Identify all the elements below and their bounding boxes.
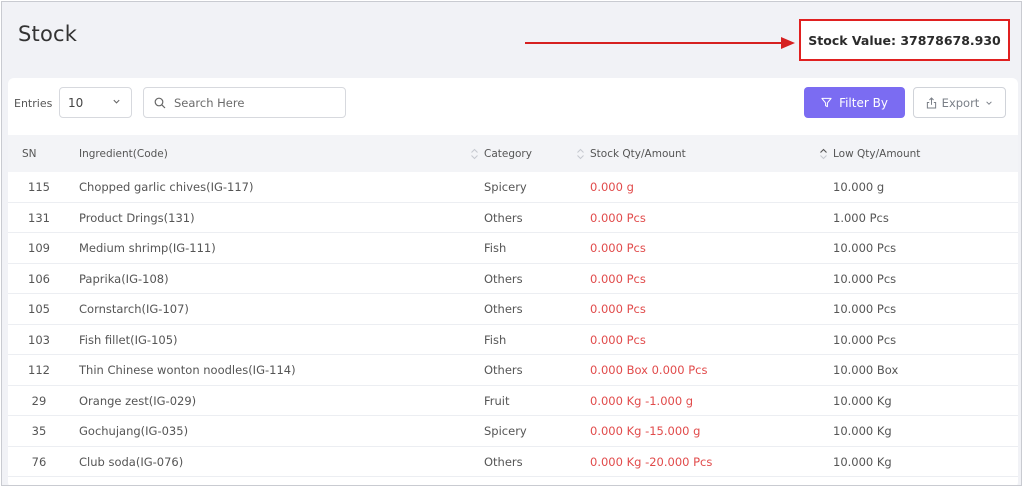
cell-category: Others — [484, 271, 523, 286]
cell-ingredient: Fish fillet(IG-105) — [79, 332, 178, 347]
sort-icon — [577, 148, 584, 159]
cell-category: Others — [484, 454, 523, 469]
cell-category: Spicery — [484, 180, 527, 194]
cell-sn: 29 — [31, 393, 47, 408]
header-category-label: Category — [484, 147, 532, 160]
cell-ingredient: Medium shrimp(IG-111) — [79, 241, 216, 255]
arrow-right-icon — [525, 37, 795, 49]
cell-low: 10.000 Kg — [833, 393, 892, 408]
cell-low: 10.000 Kg — [833, 424, 892, 438]
table-row[interactable]: 106 Paprika(IG-108) Others 0.000 Pcs 10.… — [8, 264, 1018, 294]
table-row[interactable]: 131 Product Drings(131) Others 0.000 Pcs… — [8, 203, 1018, 233]
cell-ingredient: Product Drings(131) — [79, 210, 195, 225]
table-row[interactable]: 105 Cornstarch(IG-107) Others 0.000 Pcs … — [8, 294, 1018, 325]
sort-icon — [820, 148, 827, 159]
sort-icon — [471, 148, 478, 159]
header-low-label: Low Qty/Amount — [833, 147, 921, 160]
cell-low: 10.000 Kg — [833, 454, 892, 469]
cell-ingredient: Cornstarch(IG-107) — [79, 302, 189, 316]
filter-icon — [821, 97, 832, 108]
cell-low: 1.000 Pcs — [833, 210, 889, 225]
export-label: Export — [941, 95, 980, 110]
cell-stock: 0.000 Pcs — [590, 210, 646, 225]
filter-by-button[interactable]: Filter By — [804, 87, 905, 118]
stock-page: Stock Stock Value: 37878678.930 Entries … — [1, 1, 1022, 486]
table-row[interactable]: 76 Club soda(IG-076) Others 0.000 Kg -20… — [8, 447, 1018, 477]
entries-select[interactable]: 10 — [59, 87, 132, 118]
page-title: Stock — [18, 22, 78, 46]
cell-stock: 0.000 g — [590, 180, 634, 194]
stock-table: SN Ingredient(Code) Category Stock Qty/A… — [8, 135, 1018, 477]
stock-card: Entries 10 Filter By — [8, 78, 1018, 485]
table-header: SN Ingredient(Code) Category Stock Qty/A… — [8, 135, 1018, 172]
cell-sn: 115 — [28, 180, 50, 194]
cell-category: Fish — [484, 332, 507, 347]
cell-sn: 105 — [28, 302, 50, 316]
header-low[interactable]: Low Qty/Amount — [819, 135, 920, 172]
cell-low: 10.000 Pcs — [833, 241, 897, 255]
header-ingredient-label: Ingredient(Code) — [79, 147, 168, 160]
chevron-down-icon — [113, 99, 120, 104]
entries-label: Entries — [14, 97, 53, 110]
cell-sn: 109 — [28, 241, 50, 255]
table-row[interactable]: 35 Gochujang(IG-035) Spicery 0.000 Kg -1… — [8, 416, 1018, 447]
cell-stock: 0.000 Kg -1.000 g — [590, 393, 694, 408]
cell-sn: 35 — [31, 424, 47, 438]
cell-ingredient: Club soda(IG-076) — [79, 454, 184, 469]
cell-stock: 0.000 Pcs — [590, 241, 646, 255]
table-row[interactable]: 109 Medium shrimp(IG-111) Fish 0.000 Pcs… — [8, 233, 1018, 264]
cell-ingredient: Gochujang(IG-035) — [79, 424, 189, 438]
cell-category: Fruit — [484, 393, 510, 408]
cell-category: Others — [484, 302, 523, 316]
cell-ingredient: Chopped garlic chives(IG-117) — [79, 180, 254, 194]
header-sn[interactable]: SN — [22, 135, 37, 172]
cell-category: Spicery — [484, 424, 527, 438]
header-sn-label: SN — [22, 147, 37, 160]
cell-sn: 103 — [28, 332, 50, 347]
cell-stock: 0.000 Pcs — [590, 271, 646, 286]
cell-stock: 0.000 Box 0.000 Pcs — [590, 363, 708, 377]
header-category[interactable]: Category — [470, 135, 532, 172]
entries-value: 10 — [68, 95, 84, 110]
cell-sn: 76 — [31, 454, 47, 469]
header-stock-label: Stock Qty/Amount — [590, 147, 686, 160]
stock-value-badge: Stock Value: 37878678.930 — [799, 19, 1010, 61]
table-row[interactable]: 29 Orange zest(IG-029) Fruit 0.000 Kg -1… — [8, 386, 1018, 416]
table-row[interactable]: 103 Fish fillet(IG-105) Fish 0.000 Pcs 1… — [8, 325, 1018, 355]
cell-stock: 0.000 Pcs — [590, 332, 646, 347]
cell-stock: 0.000 Kg -15.000 g — [590, 424, 701, 438]
header-stock[interactable]: Stock Qty/Amount — [576, 135, 686, 172]
cell-low: 10.000 Box — [833, 363, 899, 377]
cell-category: Fish — [484, 241, 507, 255]
cell-category: Others — [484, 363, 523, 377]
cell-sn: 106 — [28, 271, 50, 286]
export-icon — [926, 96, 936, 109]
export-button[interactable]: Export — [913, 87, 1006, 118]
cell-stock: 0.000 Kg -20.000 Pcs — [590, 454, 713, 469]
table-row[interactable]: 115 Chopped garlic chives(IG-117) Spicer… — [8, 172, 1018, 203]
cell-low: 10.000 Pcs — [833, 271, 897, 286]
cell-low: 10.000 Pcs — [833, 332, 897, 347]
cell-ingredient: Orange zest(IG-029) — [79, 393, 197, 408]
cell-category: Others — [484, 210, 523, 225]
cell-sn: 131 — [28, 210, 50, 225]
search-box[interactable] — [143, 87, 346, 118]
search-input[interactable] — [174, 95, 334, 110]
cell-ingredient: Paprika(IG-108) — [79, 271, 169, 286]
cell-low: 10.000 Pcs — [833, 302, 897, 316]
stock-value-text: Stock Value: 37878678.930 — [808, 32, 1001, 48]
search-icon — [154, 97, 166, 108]
header-ingredient[interactable]: Ingredient(Code) — [79, 135, 168, 172]
cell-ingredient: Thin Chinese wonton noodles(IG-114) — [79, 363, 296, 377]
table-row[interactable]: 112 Thin Chinese wonton noodles(IG-114) … — [8, 355, 1018, 386]
filter-by-label: Filter By — [839, 95, 888, 110]
cell-stock: 0.000 Pcs — [590, 302, 646, 316]
cell-sn: 112 — [28, 363, 50, 377]
cell-low: 10.000 g — [833, 180, 885, 194]
chevron-down-icon — [986, 100, 993, 105]
